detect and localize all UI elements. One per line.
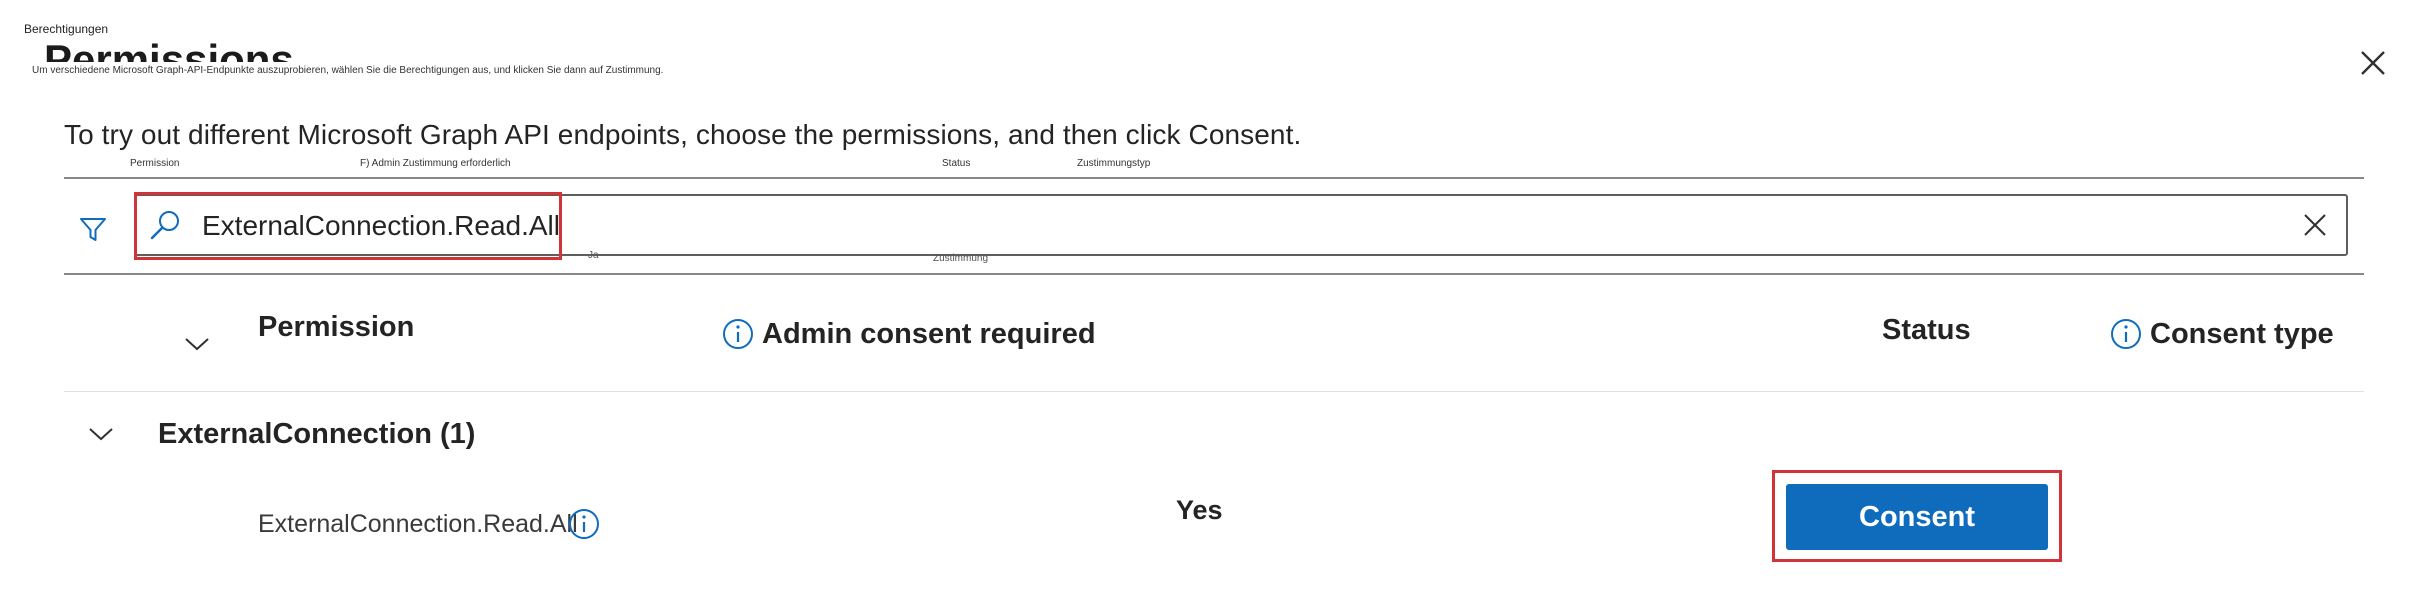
overlay-german-instruction: Um verschiedene Microsoft Graph-API-Endp… [32,65,664,76]
group-label-externalconnection[interactable]: ExternalConnection (1) [158,418,475,451]
chevron-down-icon [185,338,209,351]
overlay-col-permission: Permission [130,158,180,169]
overlay-zustimmung: Zustimmung [933,253,989,264]
divider-top [64,177,2364,179]
header-status[interactable]: Status [1882,314,1971,347]
overlay-ja: Ja [588,250,599,261]
expand-all-button[interactable] [182,334,212,359]
header-consent-type[interactable]: Consent type [2150,318,2334,351]
admin-consent-value: Yes [1176,495,1223,525]
overlay-col-admin: F) Admin Zustimmung erforderlich [360,158,511,169]
instruction-text: To try out different Microsoft Graph API… [64,119,1302,150]
panel-title: Permissions [44,36,294,62]
header-permission[interactable]: Permission [258,311,414,344]
search-input-value[interactable]: ExternalConnection.Read.All [202,210,560,242]
overlay-col-consent-type: Zustimmungstyp [1077,158,1151,169]
permission-name: ExternalConnection.Read.All [258,510,578,538]
close-icon [2361,51,2385,75]
header-admin-consent[interactable]: Admin consent required [762,318,1096,351]
divider-header [64,391,2364,392]
clear-search-button[interactable] [2300,210,2330,240]
search-icon [147,207,183,243]
info-icon[interactable] [2110,318,2142,350]
filter-button[interactable] [78,214,108,244]
group-toggle-button[interactable] [86,424,116,449]
filter-icon [80,218,106,241]
consent-button[interactable]: Consent [1786,484,2048,550]
info-icon[interactable] [568,508,600,540]
close-button[interactable] [2356,46,2390,80]
chevron-down-icon [89,428,113,441]
info-icon[interactable] [722,318,754,350]
overlay-col-status: Status [942,158,971,169]
divider-search [64,273,2364,275]
clear-icon [2304,214,2326,236]
